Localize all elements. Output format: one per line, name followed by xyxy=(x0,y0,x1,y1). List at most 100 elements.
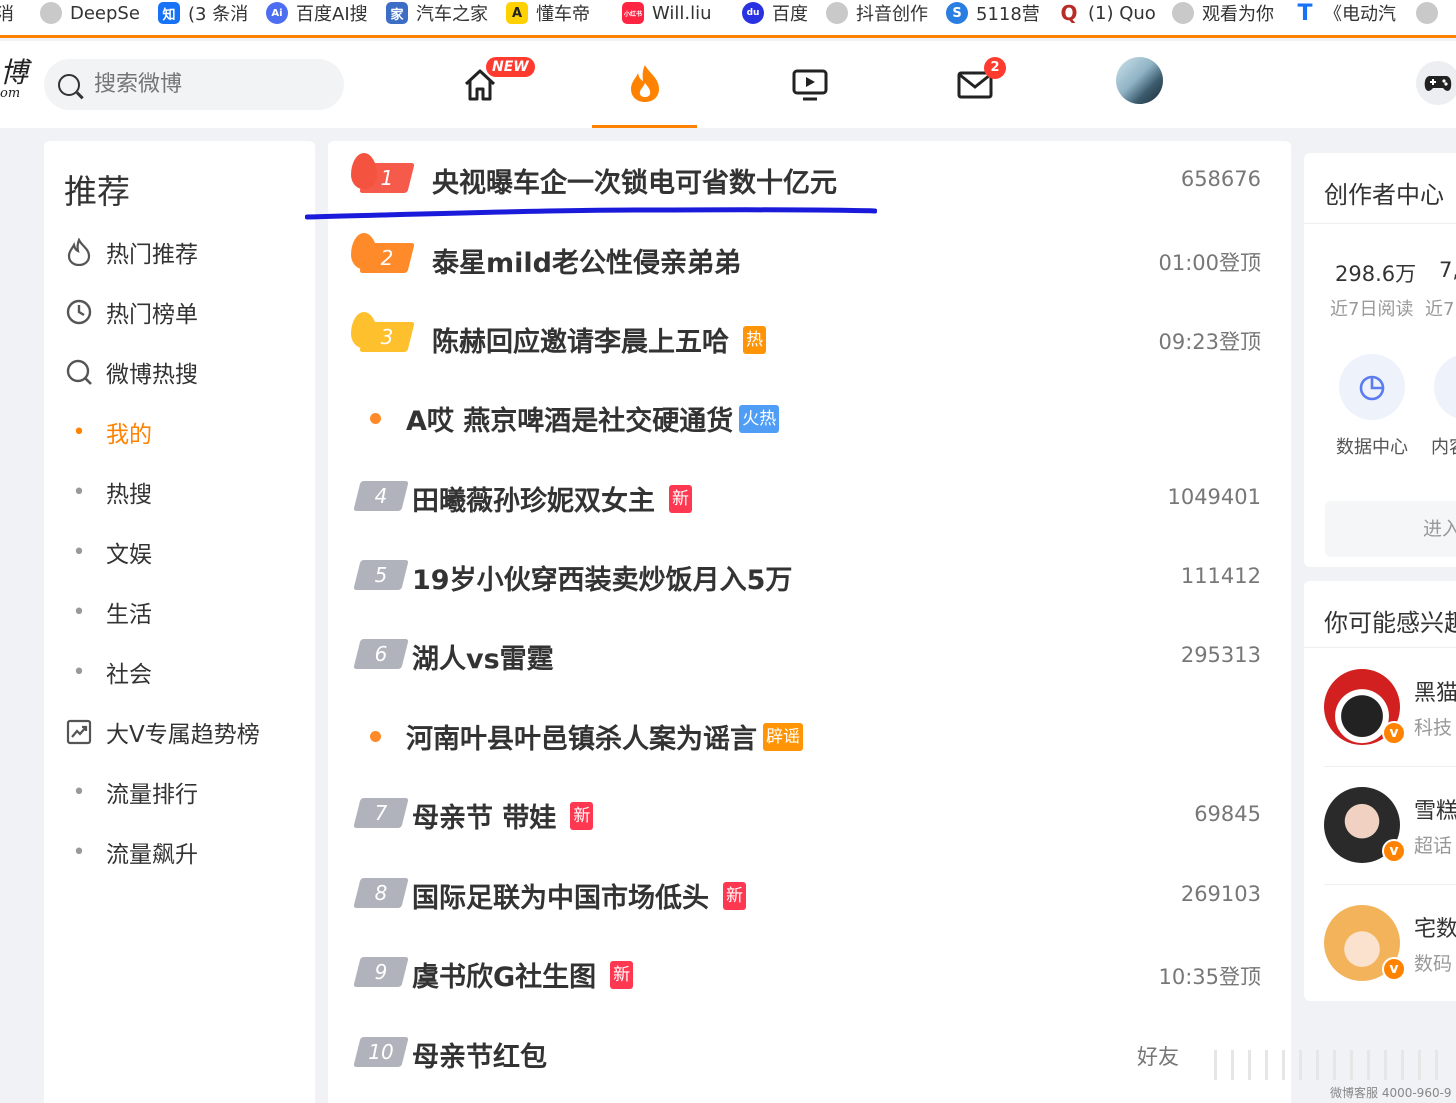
new-badge: NEW xyxy=(486,57,535,77)
rumor-tag: 辟谣 xyxy=(763,722,803,751)
nav-home[interactable] xyxy=(427,41,532,128)
bookmark-item[interactable]: Q (1) Quo xyxy=(1058,0,1156,26)
sidebar-item-label: 社会 xyxy=(106,662,152,688)
hot-topic-link[interactable]: A哎 燕京啤酒是社交硬通货 火热 xyxy=(406,399,780,438)
hot-list-row[interactable]: 5 19岁小伙穿西装卖炒饭月入5万 111412 xyxy=(328,548,1291,608)
hot-topic-title: 湖人vs雷霆 xyxy=(412,644,554,675)
hot-list-row[interactable]: 3 陈赫回应邀请李晨上五哈热 09:23登顶 xyxy=(328,310,1291,370)
bookmark-item[interactable]: T 《电动汽 xyxy=(1294,0,1396,26)
creator-center-title: 创作者中心 xyxy=(1324,181,1444,209)
bookmark-label: 百度 xyxy=(772,4,808,25)
sidebar-item-label: 流量排行 xyxy=(106,782,198,808)
suggested-user[interactable]: v 雪糕 超话 xyxy=(1324,767,1456,885)
avatar[interactable] xyxy=(1116,57,1163,104)
bookmarks-bar: 消 DeepSe 知 (3 条消 Ai 百度AI搜 家汽车之家 A 懂车帝 小红书 Wi… xyxy=(0,0,1456,38)
hot-topic-link[interactable]: 田曦薇孙珍妮双女主新 xyxy=(412,479,692,518)
verified-badge: v xyxy=(1382,721,1406,745)
hot-topic-link[interactable]: 母亲节红包 xyxy=(412,1035,547,1074)
bookmark-item[interactable]: 抖音创作 xyxy=(826,0,928,26)
hot-topic-title: 央视曝车企一次锁电可省数十亿元 xyxy=(432,168,837,199)
game-button[interactable] xyxy=(1416,61,1456,105)
hot-list-row-rumor[interactable]: 河南叶县叶邑镇杀人案为谣言 辟谣 xyxy=(328,707,1291,767)
sidebar-item-label: 热门榜单 xyxy=(106,302,198,328)
hot-topic-link[interactable]: 河南叶县叶邑镇杀人案为谣言 辟谣 xyxy=(406,717,803,756)
bullet-dot: • xyxy=(72,659,86,685)
hot-topic-link[interactable]: 19岁小伙穿西装卖炒饭月入5万 xyxy=(412,558,792,597)
hot-list-row[interactable]: 1 央视曝车企一次锁电可省数十亿元 658676 xyxy=(328,151,1291,211)
bookmark-item[interactable]: DeepSe xyxy=(40,0,140,26)
hot-topic-link[interactable]: 虞书欣G社生图新 xyxy=(412,955,634,994)
sidebar-item-label: 流量飙升 xyxy=(106,842,198,868)
suggested-user[interactable]: v 黑猫 科技 xyxy=(1324,649,1456,767)
user-name[interactable]: 宅数 xyxy=(1414,911,1456,943)
logo-text: 博 xyxy=(0,56,29,89)
rank-number: 2 xyxy=(380,246,394,270)
sidebar-item-hot-search[interactable]: • 热搜 xyxy=(64,472,304,512)
user-name[interactable]: 黑猫 xyxy=(1414,675,1456,707)
nav-messages[interactable] xyxy=(922,41,1027,128)
trend-chart-icon xyxy=(64,717,94,747)
new-tag: 新 xyxy=(669,484,692,513)
hot-list-row[interactable]: 2 泰星mild老公性侵亲弟弟 01:00登顶 xyxy=(328,231,1291,291)
rank-number: 4 xyxy=(374,484,388,508)
bookmark-label: 抖音创作 xyxy=(856,4,928,25)
bookmark-item[interactable]: S 5118营 xyxy=(946,0,1040,26)
sidebar-item-traffic-rank[interactable]: • 流量排行 xyxy=(64,772,304,812)
bookmark-label: 百度AI搜 xyxy=(296,4,368,25)
hot-topic-title: A哎 燕京啤酒是社交硬通货 xyxy=(406,406,734,437)
hot-list-row[interactable]: 7 母亲节 带娃新 69845 xyxy=(328,786,1291,846)
hot-list-row[interactable]: 8 国际足联为中国市场低头新 269103 xyxy=(328,866,1291,926)
bookmark-item[interactable]: 观看为你 xyxy=(1172,0,1274,26)
search-box[interactable] xyxy=(44,59,344,110)
bookmark-label: 汽车之家 xyxy=(416,4,488,25)
bookmark-item[interactable]: A 懂车帝 xyxy=(506,0,590,26)
weibo-logo[interactable]: 博 om xyxy=(0,59,28,101)
creator-center-panel: 创作者中心 298.6万 近7日阅读 7, 近7 数据中心 内容 进入 xyxy=(1304,153,1456,567)
bookmark-item[interactable]: 小红书 Will.liu xyxy=(622,0,712,26)
top-nav: 博om NEW 2 xyxy=(0,41,1456,128)
hot-topic-link[interactable]: 陈赫回应邀请李晨上五哈热 xyxy=(432,320,766,359)
hot-topic-link[interactable]: 央视曝车企一次锁电可省数十亿元 xyxy=(432,161,837,200)
content-button[interactable] xyxy=(1434,354,1456,420)
hot-list-row-promoted[interactable]: A哎 燕京啤酒是社交硬通货 火热 xyxy=(328,389,1291,449)
hot-topic-link[interactable]: 国际足联为中国市场低头新 xyxy=(412,876,746,915)
sidebar-item-hot-recommend[interactable]: 热门推荐 xyxy=(64,232,304,272)
hot-topic-link[interactable]: 湖人vs雷霆 xyxy=(412,637,554,676)
hot-list-row[interactable]: 10 母亲节红包 好友 xyxy=(328,1025,1291,1085)
bookmark-item[interactable]: 家汽车之家 xyxy=(386,0,488,26)
sidebar-item-traffic-surge[interactable]: • 流量飙升 xyxy=(64,832,304,872)
hot-value: 10:35登顶 xyxy=(1158,965,1261,989)
globe-icon xyxy=(826,2,848,24)
suggested-user[interactable]: v 宅数 数码 xyxy=(1324,885,1456,1001)
verified-badge: v xyxy=(1382,957,1406,981)
enter-button[interactable]: 进入 xyxy=(1325,501,1456,557)
5118-icon: S xyxy=(946,2,968,24)
sidebar-item-weibo-hot-search[interactable]: 微博热搜 xyxy=(64,352,304,392)
hot-topic-link[interactable]: 母亲节 带娃新 xyxy=(412,796,594,835)
data-center-button[interactable] xyxy=(1339,354,1405,420)
baidu-ai-icon: Ai xyxy=(266,2,288,24)
bookmark-item[interactable]: Ai 百度AI搜 xyxy=(266,0,368,26)
hot-list-row[interactable]: 9 虞书欣G社生图新 10:35登顶 xyxy=(328,945,1291,1005)
nav-video[interactable] xyxy=(757,41,862,128)
user-name[interactable]: 雪糕 xyxy=(1414,793,1456,825)
sidebar-item-mine[interactable]: • 我的 xyxy=(64,412,304,452)
sidebar-item-life[interactable]: • 生活 xyxy=(64,592,304,632)
sidebar-item-society[interactable]: • 社会 xyxy=(64,652,304,692)
suggest-title: 你可能感兴趣 xyxy=(1324,609,1456,637)
hot-list-row[interactable]: 4 田曦薇孙珍妮双女主新 1049401 xyxy=(328,469,1291,529)
sidebar-item-entertainment[interactable]: • 文娱 xyxy=(64,532,304,572)
bookmark-item[interactable] xyxy=(1416,0,1446,26)
sidebar-heading: 推荐 xyxy=(64,172,130,211)
search-input[interactable] xyxy=(94,72,314,97)
bookmark-item[interactable]: 知 (3 条消 xyxy=(158,0,248,26)
sidebar-item-bigv-trend[interactable]: 大V专属趋势榜 xyxy=(64,712,304,752)
nav-hot[interactable] xyxy=(592,41,697,128)
hot-topic-link[interactable]: 泰星mild老公性侵亲弟弟 xyxy=(432,241,741,280)
sidebar-item-hot-list[interactable]: 热门榜单 xyxy=(64,292,304,332)
customer-service-text: 微博客服 4000-960-9 xyxy=(1330,1086,1452,1100)
hot-list-row[interactable]: 6 湖人vs雷霆 295313 xyxy=(328,627,1291,687)
loading-bars xyxy=(1214,1042,1454,1088)
bookmark-item[interactable]: du 百度 xyxy=(742,0,808,26)
bookmark-item[interactable]: 消 xyxy=(0,0,14,26)
